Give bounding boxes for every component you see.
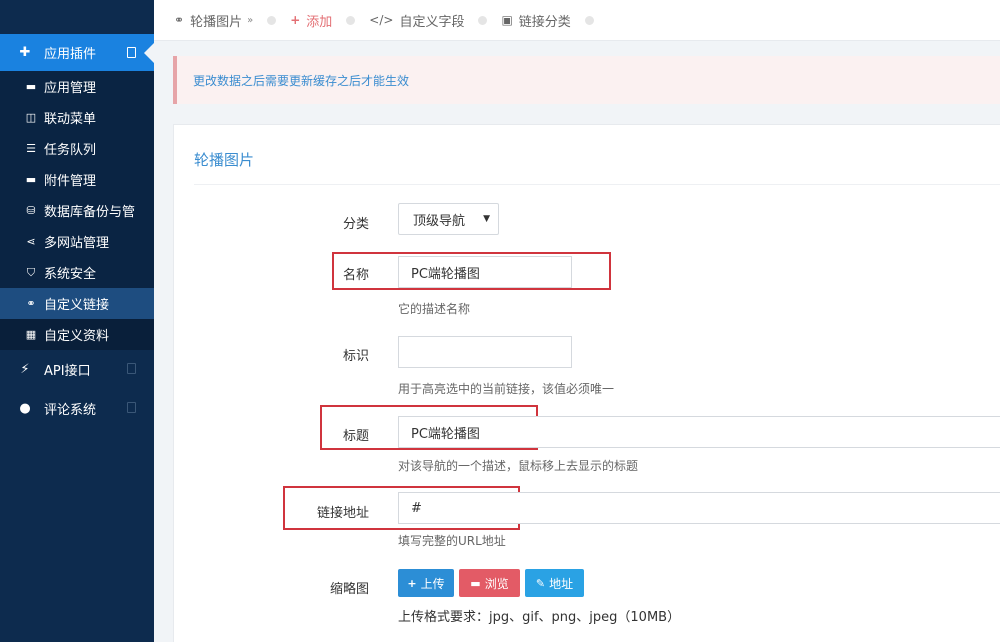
- id-input[interactable]: [398, 336, 572, 368]
- top-tab-bar: ⚭ 轮播图片 » + 添加 </> 自定义字段 ▣ 链接分类: [154, 0, 1000, 41]
- tab-separator-dot: [267, 15, 277, 25]
- browse-button[interactable]: ▬ 浏览: [459, 569, 520, 597]
- sidebar-item-attachments[interactable]: ▬ 附件管理: [0, 164, 154, 195]
- grid-icon: ▦: [25, 328, 37, 341]
- sidebar-top-spacer: [0, 0, 154, 34]
- url-input[interactable]: #: [398, 492, 1000, 524]
- name-input[interactable]: PC端轮播图: [398, 256, 572, 288]
- divider: [194, 184, 1000, 185]
- sidebar-item-security[interactable]: ⛉ 系统安全: [0, 257, 154, 288]
- sidebar-item-multi-site[interactable]: ⋖ 多网站管理: [0, 226, 154, 257]
- title-label: 标题: [342, 429, 369, 444]
- sidebar-group-comments[interactable]: ● 评论系统: [0, 389, 154, 428]
- collapse-toggle-icon[interactable]: [127, 402, 136, 413]
- thumbnail-label: 缩略图: [329, 582, 369, 597]
- sidebar: ✚ 应用插件 ▬ 应用管理 ◫ 联动菜单 ☰ 任务队列 ▬ 附件管理 ⛁ 数据库备份与管 …: [0, 0, 154, 642]
- sidebar-group-app-plugins[interactable]: ✚ 应用插件: [0, 34, 154, 71]
- caret-down-icon: ▼: [483, 214, 490, 224]
- sidebar-group-label: API接口: [44, 364, 91, 379]
- sidebar-item-custom-link[interactable]: ⚭ 自定义链接: [0, 288, 154, 319]
- plus-icon: +: [290, 13, 301, 27]
- tab-custom-field[interactable]: </> 自定义字段: [369, 11, 464, 30]
- share-icon: ⋖: [26, 235, 36, 248]
- url-label: 链接地址: [316, 506, 369, 521]
- link-icon: ⚭: [26, 297, 36, 310]
- folder-icon: ▬: [470, 576, 481, 590]
- collapse-toggle-icon[interactable]: [127, 363, 136, 374]
- address-button[interactable]: ✎ 地址: [525, 569, 584, 597]
- tab-separator-dot: [478, 15, 488, 25]
- puzzle-icon: ✚: [19, 45, 31, 60]
- list-icon: ☰: [26, 142, 36, 155]
- columns-icon: ◫: [25, 111, 37, 124]
- category-select-value: 顶级导航: [413, 213, 466, 229]
- plug-icon: ⚡: [20, 362, 30, 377]
- sidebar-group-api[interactable]: ⚡ API接口: [0, 350, 154, 389]
- title-help: 对该导航的一个描述，鼠标移上去显示的标题: [398, 459, 639, 473]
- sidebar-item-label: 系统安全: [44, 267, 97, 282]
- sidebar-item-label: 自定义资料: [44, 329, 110, 344]
- url-help: 填写完整的URL地址: [398, 534, 506, 548]
- form-panel: 轮播图片 分类 顶级导航 ▼ 名称 PC端轮播图 它的描述名称 标识 用于高亮选…: [173, 124, 1000, 642]
- tab-add[interactable]: + 添加: [290, 11, 332, 30]
- name-label: 名称: [342, 268, 369, 283]
- folder-icon: ▬: [25, 80, 37, 93]
- name-help: 它的描述名称: [398, 302, 471, 316]
- sidebar-item-custom-data[interactable]: ▦ 自定义资料: [0, 319, 154, 350]
- tab-label: 轮播图片: [190, 14, 243, 30]
- tab-label: 链接分类: [518, 14, 571, 30]
- collapse-toggle-icon[interactable]: [127, 47, 136, 58]
- save-icon: ▣: [501, 13, 513, 27]
- tab-separator-dot: [584, 15, 594, 25]
- tab-label: 添加: [306, 14, 333, 30]
- code-icon: </>: [369, 13, 394, 27]
- sidebar-item-linkage-menu[interactable]: ◫ 联动菜单: [0, 102, 154, 133]
- panel-title: 轮播图片: [194, 151, 255, 169]
- id-label: 标识: [342, 349, 369, 364]
- sidebar-group-label: 评论系统: [44, 403, 97, 418]
- tab-link-category[interactable]: ▣ 链接分类: [501, 11, 570, 30]
- cache-notice: 更改数据之后需要更新缓存之后才能生效: [173, 56, 1000, 104]
- sidebar-item-label: 应用管理: [44, 81, 97, 96]
- upload-button-label: 上传: [420, 576, 445, 591]
- sidebar-submenu: ▬ 应用管理 ◫ 联动菜单 ☰ 任务队列 ▬ 附件管理 ⛁ 数据库备份与管 ⋖ 多网站管理 …: [0, 71, 154, 350]
- folder-icon: ▬: [25, 173, 37, 186]
- sidebar-item-label: 联动菜单: [44, 112, 97, 127]
- sidebar-item-app-manage[interactable]: ▬ 应用管理: [0, 71, 154, 102]
- tab-carousel[interactable]: ⚭ 轮播图片 »: [174, 11, 253, 30]
- link-icon: ⚭: [174, 13, 185, 27]
- shield-icon: ⛉: [26, 265, 36, 279]
- category-select[interactable]: 顶级导航 ▼: [398, 203, 499, 235]
- plus-icon: +: [407, 576, 417, 590]
- category-label: 分类: [342, 217, 369, 232]
- sidebar-item-label: 自定义链接: [44, 298, 110, 313]
- active-notch: [144, 43, 154, 63]
- tab-label: 自定义字段: [399, 14, 465, 30]
- upload-help: 上传格式要求：jpg、gif、png、jpeg（10MB）: [398, 610, 681, 625]
- sidebar-group-label: 应用插件: [44, 47, 97, 62]
- sidebar-item-label: 数据库备份与管: [44, 205, 136, 220]
- sidebar-item-label: 多网站管理: [44, 236, 110, 251]
- comments-icon: ●: [19, 401, 31, 416]
- tab-separator-dot: [346, 15, 356, 25]
- sidebar-item-label: 附件管理: [44, 174, 97, 189]
- sidebar-item-task-queue[interactable]: ☰ 任务队列: [0, 133, 154, 164]
- address-button-label: 地址: [549, 576, 574, 591]
- upload-button[interactable]: + 上传: [398, 569, 454, 597]
- database-icon: ⛁: [26, 204, 36, 217]
- sidebar-item-label: 任务队列: [44, 143, 97, 158]
- id-help: 用于高亮选中的当前链接，该值必须唯一: [398, 382, 615, 396]
- edit-icon: ✎: [535, 576, 546, 590]
- title-input[interactable]: PC端轮播图: [398, 416, 1000, 448]
- chevron-down-icon[interactable]: »: [247, 15, 253, 26]
- sidebar-item-db-backup[interactable]: ⛁ 数据库备份与管: [0, 195, 154, 226]
- browse-button-label: 浏览: [484, 576, 509, 591]
